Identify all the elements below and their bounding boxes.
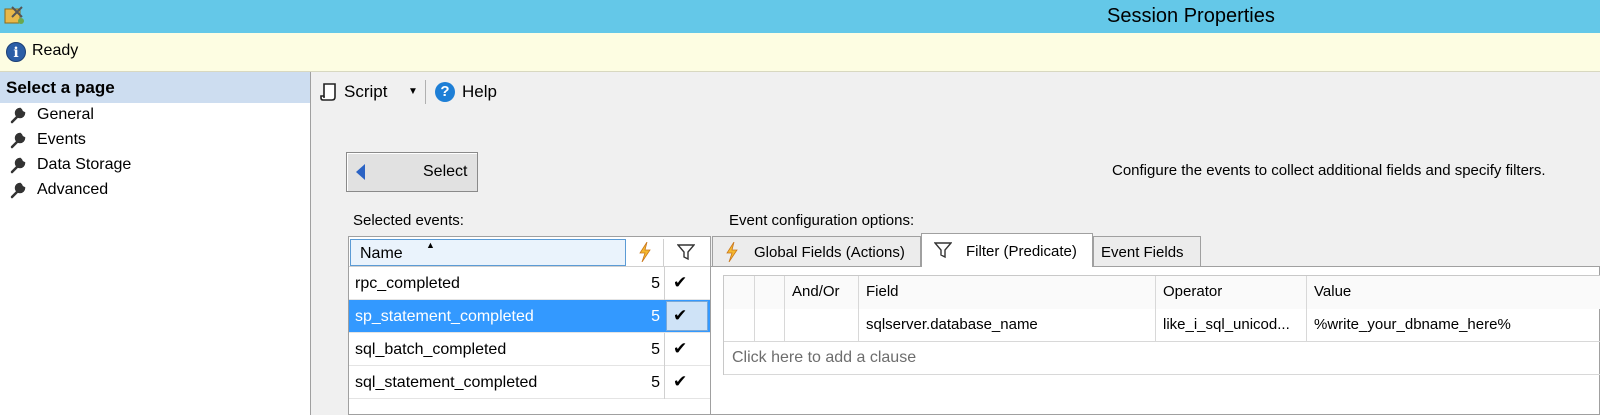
check-icon: ✔	[673, 372, 688, 391]
column-divider	[664, 333, 665, 366]
tab-label: Event Fields	[1101, 244, 1184, 261]
check-icon: ✔	[673, 273, 688, 292]
field-cell[interactable]: sqlserver.database_name	[859, 309, 1156, 342]
event-action-count: 5	[651, 341, 660, 358]
value-cell[interactable]: %write_your_dbname_here%	[1307, 309, 1600, 342]
value-column-header[interactable]: Value	[1307, 276, 1600, 309]
arrow-left-icon	[356, 164, 365, 180]
indent-cell	[755, 309, 785, 342]
script-button[interactable]: Script	[344, 82, 387, 102]
and-or-column-header[interactable]: And/Or	[785, 276, 859, 309]
and-or-cell[interactable]	[785, 309, 859, 342]
tab-filter-predicate[interactable]: Filter (Predicate)	[921, 233, 1093, 267]
column-divider	[664, 267, 665, 300]
column-divider	[664, 366, 665, 399]
status-bar: i Ready	[0, 33, 1600, 72]
wrench-icon	[10, 182, 26, 199]
tab-global-fields[interactable]: Global Fields (Actions)	[712, 236, 921, 266]
event-name: sql_batch_completed	[355, 341, 507, 358]
event-action-count: 5	[651, 308, 660, 325]
selected-events-label: Selected events:	[353, 212, 464, 229]
event-action-count: 5	[651, 275, 660, 292]
lightning-bolt-icon	[639, 242, 651, 262]
sidebar-item-general[interactable]: General	[0, 103, 310, 128]
actions-column-header[interactable]	[627, 239, 664, 266]
tab-label: Global Fields (Actions)	[754, 244, 905, 261]
event-row-sql-batch-completed[interactable]: sql_batch_completed 5 ✔	[349, 333, 710, 366]
add-clause-row[interactable]: Click here to add a clause	[724, 342, 1600, 375]
predicate-row[interactable]: sqlserver.database_name like_i_sql_unico…	[724, 309, 1600, 342]
sidebar-item-label: Data Storage	[37, 156, 132, 173]
chevron-down-icon[interactable]: ▼	[408, 84, 418, 100]
predicate-grid-header: And/Or Field Operator Value	[724, 276, 1600, 309]
filter-column-header[interactable]	[665, 239, 709, 266]
event-name: sql_statement_completed	[355, 374, 538, 391]
help-button[interactable]: Help	[462, 82, 497, 102]
selected-events-grid: Name ▲ rpc_completed 5 ✔ sp_statement_co…	[348, 236, 711, 415]
wrench-icon	[10, 157, 26, 174]
toolbar-separator	[425, 80, 426, 104]
name-column-header[interactable]: Name ▲	[350, 239, 626, 266]
event-name: rpc_completed	[355, 275, 460, 292]
sort-ascending-icon: ▲	[426, 240, 435, 250]
check-icon: ✔	[673, 306, 688, 325]
funnel-icon	[934, 242, 952, 259]
main-pane: Script ▼ ? Help Select Configure the eve…	[311, 72, 1600, 415]
status-text: Ready	[32, 42, 79, 59]
sidebar-item-advanced[interactable]: Advanced	[0, 178, 310, 203]
config-description: Configure the events to collect addition…	[1112, 162, 1546, 179]
field-column-header[interactable]: Field	[859, 276, 1156, 309]
row-header-cell	[724, 276, 755, 309]
tab-event-fields[interactable]: Event Fields	[1093, 236, 1201, 266]
page-selector-header: Select a page	[0, 72, 310, 103]
help-icon[interactable]: ?	[435, 82, 455, 102]
filter-predicate-panel: And/Or Field Operator Value sqlserver.da…	[710, 266, 1600, 415]
indent-cell	[755, 276, 785, 309]
event-name: sp_statement_completed	[355, 308, 534, 325]
check-icon: ✔	[673, 339, 688, 358]
title-bar: Session Properties	[0, 0, 1600, 33]
sidebar-item-label: Events	[37, 131, 86, 148]
page-selector-pane: Select a page General Events Data Storag…	[0, 72, 311, 415]
wrench-icon	[10, 107, 26, 124]
event-action-count: 5	[651, 374, 660, 391]
toolbar: Script ▼ ? Help	[311, 72, 1600, 112]
sidebar-item-data-storage[interactable]: Data Storage	[0, 153, 310, 178]
events-grid-header: Name ▲	[349, 237, 710, 267]
wrench-icon	[10, 132, 26, 149]
window-title: Session Properties	[1107, 5, 1275, 27]
select-button[interactable]: Select	[346, 152, 478, 192]
event-row-sql-statement-completed[interactable]: sql_statement_completed 5 ✔	[349, 366, 710, 399]
operator-cell[interactable]: like_i_sql_unicod...	[1156, 309, 1307, 342]
predicate-grid: And/Or Field Operator Value sqlserver.da…	[723, 275, 1600, 375]
event-row-rpc-completed[interactable]: rpc_completed 5 ✔	[349, 267, 710, 300]
app-icon	[4, 6, 24, 24]
select-button-label: Select	[423, 163, 468, 180]
info-icon: i	[6, 42, 26, 62]
sidebar-item-label: General	[37, 106, 94, 123]
event-config-label: Event configuration options:	[729, 212, 915, 229]
name-column-label: Name	[360, 245, 403, 262]
script-icon[interactable]	[319, 82, 339, 102]
event-row-sp-statement-completed[interactable]: sp_statement_completed 5 ✔	[349, 300, 710, 333]
lightning-bolt-icon	[726, 242, 738, 262]
operator-column-header[interactable]: Operator	[1156, 276, 1307, 309]
funnel-icon	[677, 244, 695, 261]
add-clause-link[interactable]: Click here to add a clause	[732, 349, 916, 367]
row-header-cell[interactable]	[724, 309, 755, 342]
tab-label: Filter (Predicate)	[966, 243, 1077, 260]
sidebar-item-events[interactable]: Events	[0, 128, 310, 153]
sidebar-item-label: Advanced	[37, 181, 109, 198]
